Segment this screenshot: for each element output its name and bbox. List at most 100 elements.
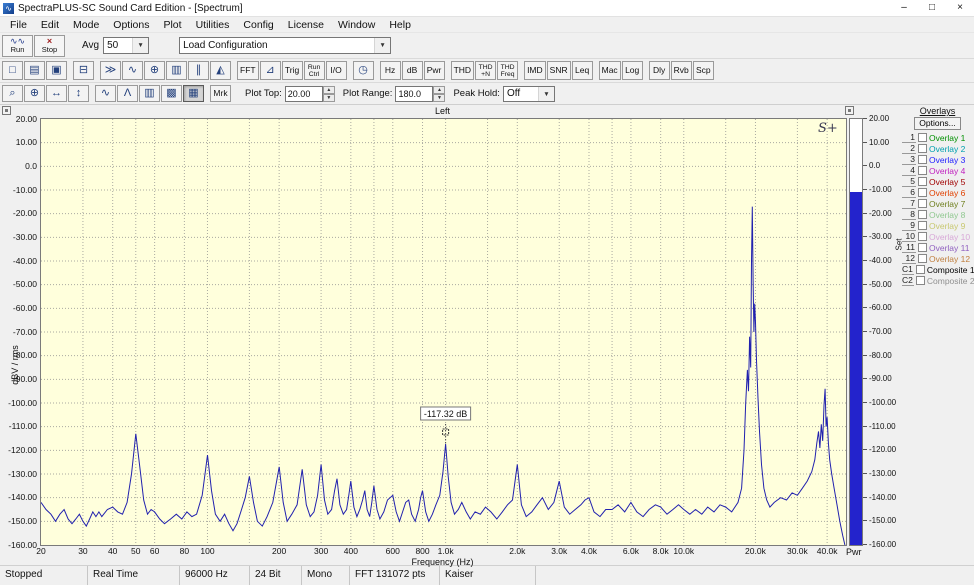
- zoom-x-button[interactable]: ↔: [46, 85, 67, 102]
- imd-button[interactable]: IMD: [524, 61, 546, 80]
- overlay-checkbox[interactable]: [918, 166, 927, 175]
- overlay-label[interactable]: Overlay 8: [929, 210, 965, 220]
- menu-plot[interactable]: Plot: [156, 19, 188, 31]
- load-configuration-combobox[interactable]: Load Configuration ▼: [179, 37, 392, 54]
- zoom-y-button[interactable]: ↕: [68, 85, 89, 102]
- close-button[interactable]: ×: [946, 1, 974, 16]
- chevron-down-icon[interactable]: ▼: [374, 38, 391, 53]
- line-plot-button[interactable]: ∿: [95, 85, 116, 102]
- spin-up-icon[interactable]: ▲: [322, 85, 335, 94]
- thd-button[interactable]: THD: [450, 61, 475, 80]
- overlay-label[interactable]: Overlay 11: [929, 243, 969, 253]
- thd-n-button[interactable]: THD +N: [475, 61, 497, 80]
- thd-freq-button[interactable]: THD Freq: [497, 61, 519, 80]
- save-button[interactable]: ▣: [46, 61, 67, 80]
- overlay-label[interactable]: Composite 2: [927, 276, 974, 286]
- reverb-button[interactable]: Rvb: [670, 61, 692, 80]
- overlay-label[interactable]: Overlay 7: [929, 199, 965, 209]
- overlay-checkbox[interactable]: [918, 133, 927, 142]
- overlay-checkbox[interactable]: [918, 155, 927, 164]
- overlay-checkbox[interactable]: [918, 243, 927, 252]
- chevron-down-icon[interactable]: ▼: [132, 38, 149, 53]
- timer-button[interactable]: ◷: [352, 61, 374, 80]
- spectrum-view-button[interactable]: ▥: [166, 61, 187, 80]
- delay-button[interactable]: Dly: [648, 61, 670, 80]
- overlays-header-link[interactable]: Overlays: [902, 106, 973, 116]
- right-panel-corner-button[interactable]: [845, 106, 854, 115]
- menu-options[interactable]: Options: [106, 19, 156, 31]
- zoom-button[interactable]: ⌕: [2, 85, 23, 102]
- overlay-checkbox[interactable]: [918, 210, 927, 219]
- utilities-button[interactable]: ⊕: [144, 61, 165, 80]
- leq-button[interactable]: Leq: [571, 61, 593, 80]
- run-control-button[interactable]: Run Ctrl: [303, 61, 325, 80]
- plot-range-value[interactable]: 180.0: [395, 85, 434, 102]
- menu-config[interactable]: Config: [236, 19, 280, 31]
- stop-button[interactable]: × Stop: [34, 34, 65, 57]
- minimize-button[interactable]: –: [890, 1, 918, 16]
- bar-plot-button[interactable]: ▥: [139, 85, 160, 102]
- overlay-options-button[interactable]: Options...: [914, 117, 961, 130]
- menu-utilities[interactable]: Utilities: [189, 19, 237, 31]
- overlay-label[interactable]: Overlay 12: [929, 254, 970, 264]
- peak-hold-combobox[interactable]: Off ▼: [502, 85, 555, 102]
- spectrogram-view-button[interactable]: ∥: [188, 61, 209, 80]
- signal-generator-button[interactable]: ∿: [122, 61, 143, 80]
- menu-file[interactable]: File: [3, 19, 34, 31]
- open-file-button[interactable]: ▤: [24, 61, 45, 80]
- overlay-label[interactable]: Overlay 2: [929, 144, 965, 154]
- overlay-label[interactable]: Overlay 9: [929, 221, 965, 231]
- overlay-checkbox[interactable]: [918, 221, 927, 230]
- menu-window[interactable]: Window: [331, 19, 382, 31]
- overlay-checkbox[interactable]: [918, 188, 927, 197]
- plot-range-spinner[interactable]: 180.0 ▲ ▼: [395, 85, 446, 102]
- surface-view-button[interactable]: ◭: [210, 61, 231, 80]
- spectrogram-plot-button[interactable]: ▩: [161, 85, 182, 102]
- spin-down-icon[interactable]: ▼: [433, 93, 446, 102]
- plot-top-value[interactable]: 20.00: [284, 85, 323, 102]
- marker-button[interactable]: Mrk: [210, 85, 231, 102]
- overlay-label[interactable]: Composite 1: [927, 265, 974, 275]
- overlay-checkbox[interactable]: [918, 232, 927, 241]
- db-button[interactable]: dB: [401, 61, 423, 80]
- pwr-button[interactable]: Pwr: [423, 61, 445, 80]
- scaling-button[interactable]: ⊿: [259, 61, 281, 80]
- plot-top-spinner[interactable]: 20.00 ▲ ▼: [284, 85, 335, 102]
- log-button[interactable]: Log: [621, 61, 643, 80]
- trigger-button[interactable]: Trig: [281, 61, 303, 80]
- avg-combobox[interactable]: 50 ▼: [103, 37, 150, 54]
- hz-button[interactable]: Hz: [379, 61, 401, 80]
- overlay-checkbox[interactable]: [918, 254, 927, 263]
- overlay-checkbox[interactable]: [918, 177, 927, 186]
- menu-help[interactable]: Help: [382, 19, 418, 31]
- spin-up-icon[interactable]: ▲: [433, 85, 446, 94]
- maximize-button[interactable]: □: [918, 1, 946, 16]
- overlay-checkbox[interactable]: [915, 276, 925, 285]
- zoom-in-button[interactable]: ⊕: [24, 85, 45, 102]
- snr-button[interactable]: SNR: [546, 61, 571, 80]
- io-device-button[interactable]: I/O: [325, 61, 347, 80]
- peak-plot-button[interactable]: Λ: [117, 85, 138, 102]
- chevron-down-icon[interactable]: ▼: [537, 86, 554, 101]
- overlay-label[interactable]: Overlay 3: [929, 155, 965, 165]
- fft-settings-button[interactable]: FFT: [237, 61, 259, 80]
- menu-license[interactable]: License: [281, 19, 331, 31]
- overlay-label[interactable]: Overlay 4: [929, 166, 965, 176]
- spectrum-plot[interactable]: -117.32 dB: [40, 118, 847, 546]
- overlay-checkbox[interactable]: [918, 144, 927, 153]
- overlay-label[interactable]: Overlay 5: [929, 177, 965, 187]
- menu-edit[interactable]: Edit: [34, 19, 66, 31]
- menu-mode[interactable]: Mode: [66, 19, 106, 31]
- overlay-checkbox[interactable]: [918, 199, 927, 208]
- print-button[interactable]: ⊟: [73, 61, 94, 80]
- overlay-label[interactable]: Overlay 6: [929, 188, 965, 198]
- grid-view-button[interactable]: ▦: [183, 85, 204, 102]
- scope-button[interactable]: Scp: [692, 61, 714, 80]
- macro-button[interactable]: Mac: [598, 61, 621, 80]
- spin-down-icon[interactable]: ▼: [322, 93, 335, 102]
- overlay-checkbox[interactable]: [915, 265, 925, 274]
- new-file-button[interactable]: □: [2, 61, 23, 80]
- overlay-label[interactable]: Overlay 1: [929, 133, 965, 143]
- overlay-label[interactable]: Overlay 10: [929, 232, 970, 242]
- playback-button[interactable]: ≫: [100, 61, 121, 80]
